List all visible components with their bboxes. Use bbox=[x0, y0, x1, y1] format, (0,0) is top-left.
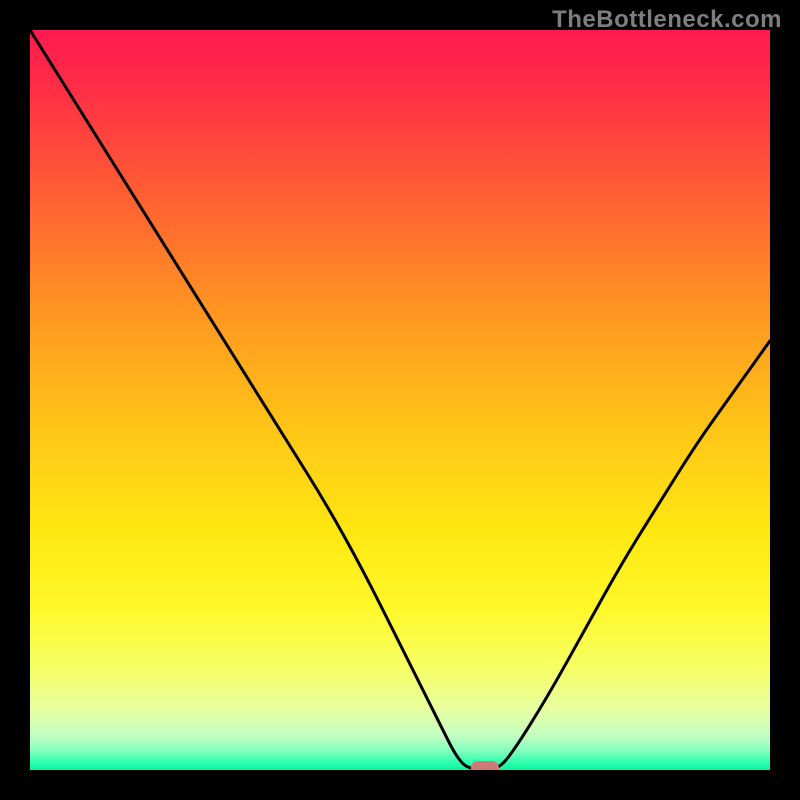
curve-path bbox=[30, 30, 770, 770]
optimum-marker bbox=[471, 761, 499, 770]
curve-svg bbox=[30, 30, 770, 770]
chart-frame: { "watermark": "TheBottleneck.com", "cha… bbox=[0, 0, 800, 800]
plot-area bbox=[30, 30, 770, 770]
